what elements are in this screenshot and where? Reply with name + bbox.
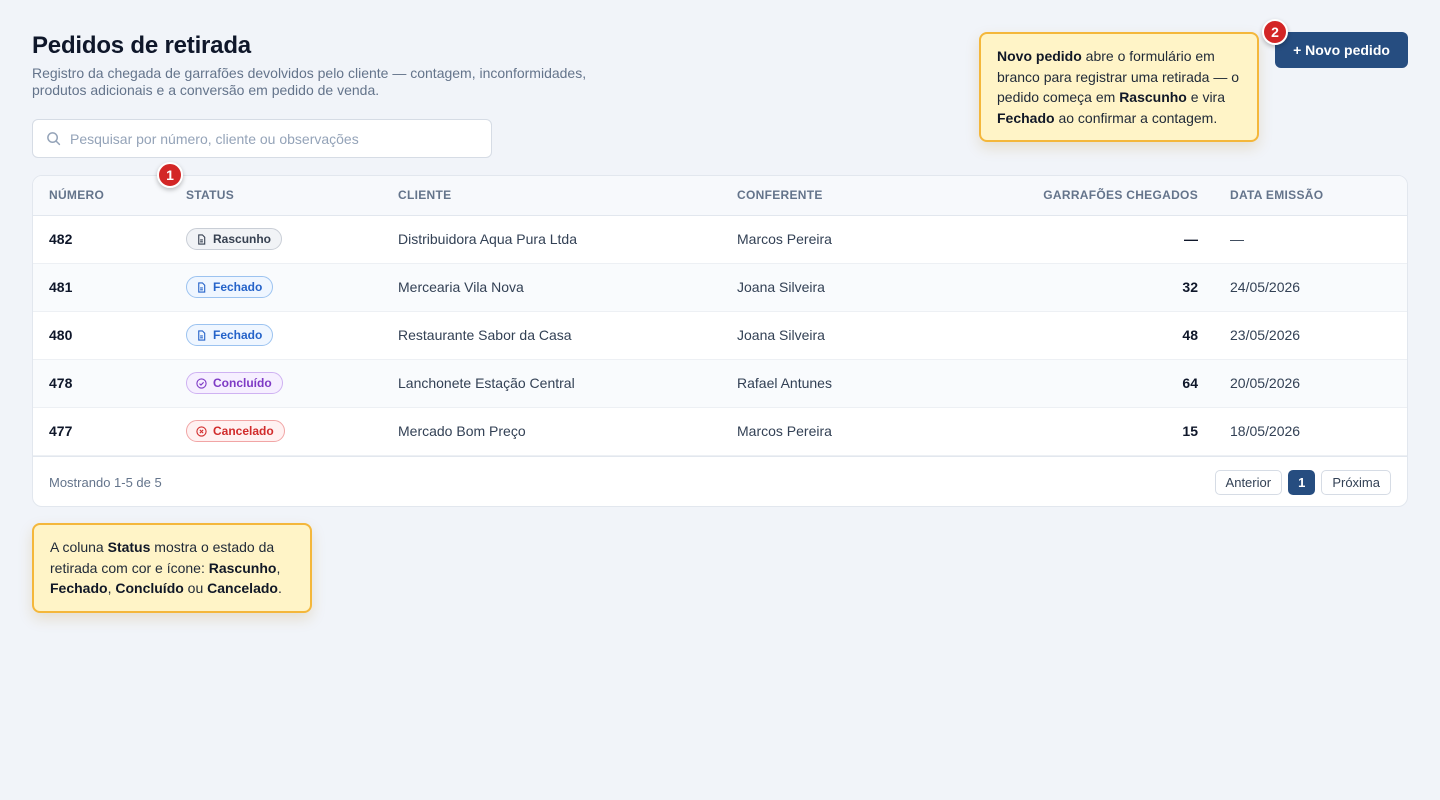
checker-name: Rafael Antunes	[737, 375, 832, 391]
issue-date: 20/05/2026	[1230, 375, 1301, 391]
column-header-data[interactable]: Data emissão	[1198, 176, 1407, 215]
status-label: Rascunho	[213, 232, 272, 246]
status-badge-completed: Concluído	[186, 372, 283, 394]
client-name: Lanchonete Estação Central	[398, 375, 575, 391]
pagination-info: Mostrando 1-5 de 5	[49, 474, 162, 490]
client-name: Mercado Bom Preço	[398, 423, 526, 439]
client-name: Restaurante Sabor da Casa	[398, 327, 572, 343]
search-input[interactable]	[70, 130, 470, 147]
pagination: Anterior 1 Próxima	[1214, 469, 1391, 495]
annotation-marker-2: 2	[1262, 19, 1288, 45]
new-order-tooltip: Novo pedido abre o formulário em branco …	[979, 32, 1259, 142]
document-icon	[198, 281, 206, 293]
annotation-marker-1: 1	[157, 162, 183, 188]
status-label: Concluído	[213, 376, 272, 390]
issue-date: 24/05/2026	[1230, 279, 1301, 295]
page-1-button[interactable]: 1	[1288, 469, 1316, 495]
bottles-count: 64	[1182, 375, 1198, 391]
issue-date: 23/05/2026	[1230, 327, 1301, 343]
status-badge-closed: Fechado	[186, 276, 274, 298]
search-box[interactable]	[32, 119, 492, 158]
bottles-count: 48	[1182, 327, 1198, 343]
table-footer: Mostrando 1-5 de 5 Anterior 1 Próxima	[33, 456, 1407, 506]
status-badge-cancelled: Cancelado	[186, 420, 285, 442]
bottles-count: —	[1184, 231, 1198, 247]
previous-page-button[interactable]: Anterior	[1214, 469, 1283, 495]
orders-table: Número Status Cliente Conferente Garrafõ…	[32, 175, 1408, 507]
document-icon	[198, 233, 206, 245]
column-header-conferente[interactable]: Conferente	[737, 176, 987, 215]
new-order-button[interactable]: + Novo pedido	[1275, 32, 1408, 68]
order-number: 480	[49, 327, 73, 343]
search-icon	[47, 132, 61, 146]
client-name: Distribuidora Aqua Pura Ltda	[398, 231, 577, 247]
next-page-button[interactable]: Próxima	[1321, 469, 1391, 495]
order-number: 482	[49, 231, 73, 247]
bottles-count: 15	[1182, 423, 1198, 439]
checker-name: Joana Silveira	[737, 279, 825, 295]
page-subtitle: Registro da chegada de garrafões devolvi…	[32, 65, 587, 98]
document-icon	[198, 329, 206, 341]
issue-date: 18/05/2026	[1230, 423, 1301, 439]
checker-name: Marcos Pereira	[737, 423, 832, 439]
checker-name: Marcos Pereira	[737, 231, 832, 247]
column-header-cliente[interactable]: Cliente	[398, 176, 737, 215]
table-row[interactable]: 482 Rascunho Distribuidora Aqua Pura Ltd…	[33, 215, 1407, 263]
order-number: 477	[49, 423, 73, 439]
column-header-status[interactable]: Status	[186, 176, 398, 215]
status-column-tooltip: A coluna Status mostra o estado da retir…	[32, 523, 312, 613]
table-header-row: Número Status Cliente Conferente Garrafõ…	[33, 176, 1407, 215]
table-row[interactable]: 481 Fechado Mercearia Vila Nova Joana Si…	[33, 263, 1407, 311]
order-number: 478	[49, 375, 73, 391]
table-row[interactable]: 478 Concluído Lanchonete Estação Central…	[33, 359, 1407, 407]
column-header-garrafoes[interactable]: Garrafões chegados	[987, 176, 1198, 215]
table-row[interactable]: 477 Cancelado Mercado Bom Preço Marcos P…	[33, 407, 1407, 455]
status-badge-closed: Fechado	[186, 324, 274, 346]
status-label: Cancelado	[213, 424, 274, 438]
x-circle-icon	[196, 425, 207, 437]
table-row[interactable]: 480 Fechado Restaurante Sabor da Casa Jo…	[33, 311, 1407, 359]
status-label: Fechado	[213, 328, 263, 342]
status-label: Fechado	[213, 280, 263, 294]
bottles-count: 32	[1182, 279, 1198, 295]
check-circle-icon	[196, 377, 207, 389]
page-title: Pedidos de retirada	[32, 32, 251, 59]
status-badge-draft: Rascunho	[186, 228, 283, 250]
client-name: Mercearia Vila Nova	[398, 279, 524, 295]
order-number: 481	[49, 279, 73, 295]
checker-name: Joana Silveira	[737, 327, 825, 343]
issue-date: —	[1230, 231, 1244, 247]
